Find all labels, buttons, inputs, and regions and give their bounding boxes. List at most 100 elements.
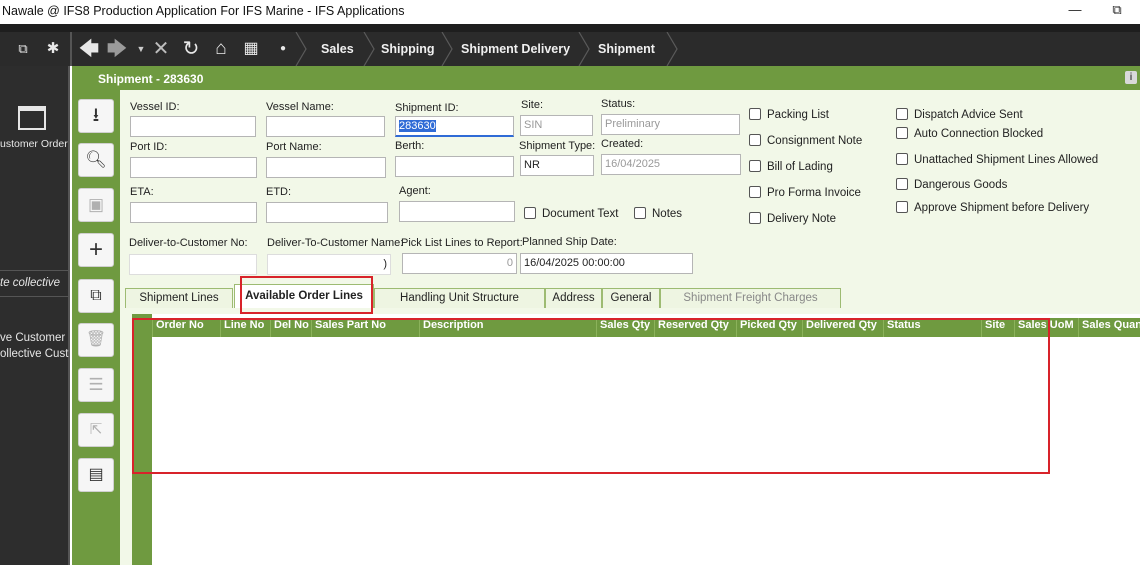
add-icon[interactable]: + [78, 233, 114, 267]
delivery-note-label: Delivery Note [767, 213, 837, 225]
pick-list-lines-field[interactable]: 0 [402, 253, 517, 274]
checkbox-box [896, 108, 908, 120]
bill-of-lading-checkbox[interactable]: Bill of Lading [749, 160, 833, 173]
tab-shipment-lines[interactable]: Shipment Lines [125, 288, 233, 308]
dispatch-advice-sent-checkbox[interactable]: Dispatch Advice Sent [896, 108, 1023, 121]
breadcrumb-separator-icon [578, 32, 590, 66]
left-navigator-panel: ustomer Order te collective ve Customer … [0, 66, 70, 565]
auto-connection-blocked-checkbox[interactable]: Auto Connection Blocked [896, 127, 1043, 140]
eta-field[interactable] [130, 202, 257, 223]
breadcrumb-separator-icon [666, 32, 678, 66]
tab-handling-unit-structure[interactable]: Handling Unit Structure [374, 288, 545, 308]
delete-icon[interactable]: 🗑︎ [78, 323, 114, 357]
port-id-field[interactable] [130, 157, 257, 178]
window-titlebar: Nawale @ IFS8 Production Application For… [0, 0, 1140, 24]
berth-field[interactable] [395, 156, 514, 177]
navigator-item-collective-customer[interactable]: ollective Cust [0, 348, 68, 360]
tab-address[interactable]: Address [545, 288, 602, 308]
vessel-name-label: Vessel Name: [266, 101, 334, 113]
etd-field[interactable] [266, 202, 388, 223]
breadcrumb-shipping[interactable]: Shipping [381, 32, 434, 66]
status-label: Status: [601, 98, 636, 110]
status-field[interactable]: Preliminary [601, 114, 740, 135]
column-sales-quantity[interactable]: Sales Quan [1078, 318, 1140, 337]
approve-before-delivery-checkbox[interactable]: Approve Shipment before Delivery [896, 201, 1089, 214]
download-icon[interactable]: ⭳ [78, 99, 114, 133]
document-list-icon[interactable]: ▤ [78, 458, 114, 492]
chevron-down-icon[interactable]: ▼ [130, 38, 152, 60]
planned-ship-date-field[interactable]: 16/04/2025 00:00:00 [520, 253, 693, 274]
shipment-id-field[interactable]: 283630 [395, 116, 514, 137]
page-title: Shipment - 283630 [98, 72, 204, 86]
copy-window-icon[interactable]: ⧉ [12, 38, 34, 60]
agent-field[interactable] [399, 201, 515, 222]
breadcrumb-shipment[interactable]: Shipment [598, 32, 655, 66]
shipment-id-label: Shipment ID: [395, 102, 459, 114]
panel-divider [0, 296, 70, 297]
navigator-item-collective[interactable]: te collective [0, 277, 60, 289]
document-text-checkbox[interactable]: Document Text [524, 207, 619, 220]
tab-highlight-box [240, 276, 373, 314]
port-name-label: Port Name: [266, 141, 322, 153]
dangerous-goods-checkbox[interactable]: Dangerous Goods [896, 178, 1007, 191]
deliver-to-customer-no-field[interactable] [129, 254, 257, 275]
duplicate-icon[interactable]: ⧉ [78, 279, 114, 313]
breadcrumb-separator-icon [441, 32, 453, 66]
consignment-note-checkbox[interactable]: Consignment Note [749, 134, 862, 147]
created-label: Created: [601, 138, 644, 150]
shipment-type-label: Shipment Type: [519, 140, 596, 152]
packing-list-label: Packing List [767, 109, 830, 121]
bill-of-lading-label: Bill of Lading [767, 161, 833, 173]
back-arrow-icon[interactable]: 🡄 [78, 38, 100, 60]
gear-icon[interactable]: ✱ [42, 38, 64, 60]
packing-list-checkbox[interactable]: Packing List [749, 108, 829, 121]
navigator-item-customer-order[interactable]: ustomer Order [0, 138, 68, 150]
notes-label: Notes [652, 208, 683, 220]
breadcrumb-separator-icon [363, 32, 375, 66]
agent-label: Agent: [399, 185, 431, 197]
berth-label: Berth: [395, 140, 425, 152]
breadcrumb-shipment-delivery[interactable]: Shipment Delivery [461, 32, 570, 66]
checkbox-box [749, 186, 761, 198]
etd-label: ETD: [266, 186, 292, 198]
breadcrumb-sales[interactable]: Sales [321, 32, 354, 66]
unattached-lines-allowed-label: Unattached Shipment Lines Allowed [914, 154, 1099, 166]
window-icon[interactable] [18, 106, 46, 130]
restore-button[interactable]: ⧉ [1106, 2, 1128, 18]
pro-forma-invoice-checkbox[interactable]: Pro Forma Invoice [749, 186, 861, 199]
delivery-note-checkbox[interactable]: Delivery Note [749, 212, 836, 225]
tab-shipment-freight-charges[interactable]: Shipment Freight Charges [660, 288, 841, 308]
open-window-icon[interactable]: ⇱ [78, 413, 114, 447]
checkbox-box [896, 127, 908, 139]
checkbox-box [749, 108, 761, 120]
tab-general[interactable]: General [602, 288, 660, 308]
unattached-lines-allowed-checkbox[interactable]: Unattached Shipment Lines Allowed [896, 153, 1098, 166]
home-icon[interactable]: ⌂ [210, 38, 232, 60]
eta-label: ETA: [130, 186, 154, 198]
auto-connection-blocked-label: Auto Connection Blocked [914, 128, 1044, 140]
site-field[interactable]: SIN [520, 115, 593, 136]
vessel-name-field[interactable] [266, 116, 385, 137]
page-header: Shipment - 283630 i [72, 66, 1140, 90]
planned-ship-date-label: Planned Ship Date: [522, 236, 617, 248]
shipment-type-field[interactable]: NR [520, 155, 594, 176]
vessel-id-field[interactable] [130, 116, 256, 137]
checkbox-box [896, 201, 908, 213]
save-icon[interactable]: ▣ [78, 188, 114, 222]
search-icon[interactable]: 🔍︎ [78, 143, 114, 177]
notes-checkbox[interactable]: Notes [634, 207, 682, 220]
list-icon[interactable]: ☰ [78, 368, 114, 402]
port-name-field[interactable] [266, 157, 386, 178]
deliver-to-customer-name-field[interactable]: ) [267, 254, 391, 275]
bullet-icon[interactable]: ● [272, 38, 294, 60]
minimize-button[interactable]: — [1064, 2, 1086, 17]
close-icon[interactable]: ✕ [150, 38, 172, 60]
info-icon[interactable]: i [1125, 71, 1137, 84]
forward-arrow-icon[interactable]: 🡆 [106, 38, 128, 60]
document-text-label: Document Text [542, 208, 619, 220]
created-field[interactable]: 16/04/2025 [601, 154, 741, 175]
deliver-to-customer-no-label: Deliver-to-Customer No: [129, 237, 248, 249]
grid-menu-icon[interactable]: ▦ [240, 38, 262, 60]
navigator-item-customer[interactable]: ve Customer [0, 332, 65, 344]
refresh-icon[interactable]: ↻ [180, 38, 202, 60]
